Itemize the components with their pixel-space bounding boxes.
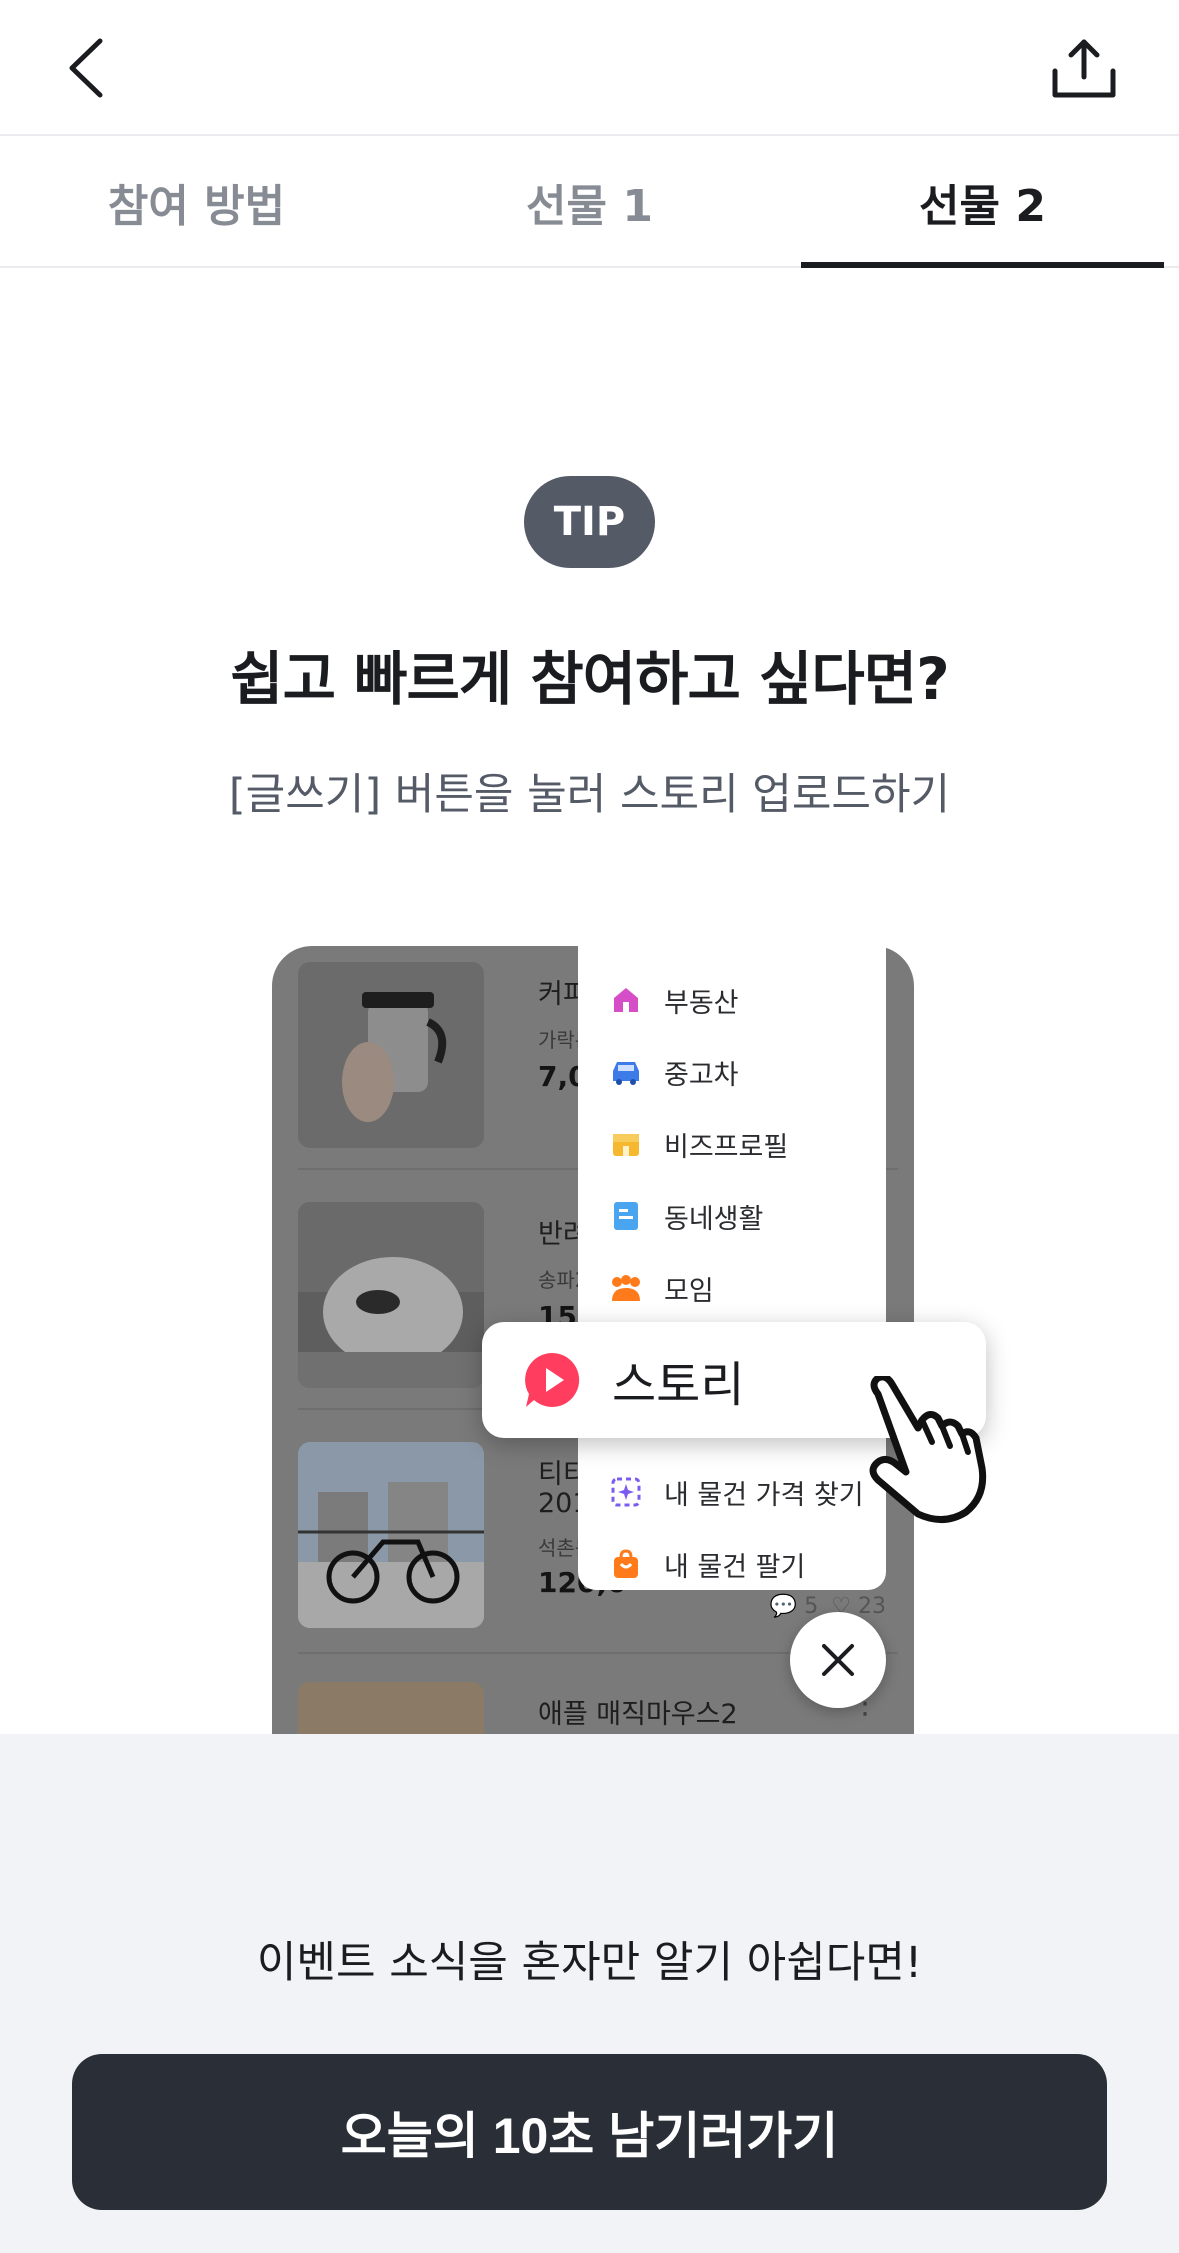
tip-badge: TIP (524, 476, 655, 568)
group-icon (608, 1270, 644, 1306)
house-icon (608, 982, 644, 1018)
play-icon (525, 1352, 580, 1407)
menu-item-label: 동네생활 (664, 1203, 764, 1235)
menu-item-label: 중고차 (664, 1059, 739, 1091)
comment-icon: 💬 (769, 1594, 798, 1619)
cta-button[interactable]: 오늘의 10초 남기러가기 (72, 2054, 1107, 2210)
tip-subline: [글쓰기] 버튼을 눌러 스토리 업로드하기 (228, 770, 951, 820)
share-icon (1052, 39, 1116, 98)
tab-gift-2[interactable]: 선물 2 (786, 138, 1179, 268)
back-button[interactable] (50, 28, 122, 108)
bottom-panel: 이벤트 소식을 혼자만 알기 아쉽다면! 오늘의 10초 남기러가기 (0, 1734, 1179, 2253)
menu-item-real-estate[interactable]: 부동산 (608, 978, 739, 1022)
share-button[interactable] (1039, 26, 1129, 112)
listing-title: 애플 매직마우스2 (538, 1699, 738, 1730)
menu-item-biz-profile[interactable]: 비즈프로필 (608, 1122, 788, 1166)
tab-bar: 참여 방법 선물 1 선물 2 (0, 138, 1179, 268)
bottom-message: 이벤트 소식을 혼자만 알기 아쉽다면! (256, 1938, 923, 1988)
comment-count: 5 (804, 1594, 819, 1619)
menu-item-label: 부동산 (664, 987, 739, 1019)
menu-item-sell[interactable]: 내 물건 팔기 (608, 1542, 805, 1586)
board-icon (608, 1198, 644, 1234)
listing-thumbnail (298, 962, 484, 1148)
menu-item-label: 내 물건 가격 찾기 (664, 1479, 864, 1511)
bag-icon (608, 1546, 644, 1582)
top-bar (0, 0, 1179, 136)
tip-headline: 쉽고 빠르게 참여하고 싶다면? (230, 645, 950, 713)
tab-how-to-join[interactable]: 참여 방법 (0, 138, 393, 266)
tab-gift-1[interactable]: 선물 1 (393, 138, 786, 266)
menu-item-used-car[interactable]: 중고차 (608, 1050, 739, 1094)
story-label: 스토리 (612, 1357, 745, 1413)
close-fab-button[interactable] (790, 1612, 886, 1708)
listing-thumbnail (298, 1202, 484, 1388)
menu-item-label: 비즈프로필 (664, 1131, 789, 1163)
store-icon (608, 1126, 644, 1162)
write-menu: 부동산 중고차 비즈프로필 동네생활 모임 내 물건 가격 찾기 내 물건 팔기 (578, 946, 886, 1590)
menu-item-label: 모임 (664, 1275, 714, 1307)
pointing-hand-icon (869, 1376, 987, 1523)
menu-item-label: 내 물건 팔기 (664, 1551, 806, 1583)
close-icon (822, 1644, 854, 1676)
menu-item-neighborhood[interactable]: 동네생활 (608, 1194, 763, 1238)
menu-item-price-check[interactable]: 내 물건 가격 찾기 (608, 1470, 864, 1514)
sparkle-icon (608, 1474, 644, 1510)
menu-item-group[interactable]: 모임 (608, 1266, 714, 1310)
car-icon (608, 1054, 644, 1090)
listing-thumbnail (298, 1442, 484, 1628)
like-count: 23 (858, 1594, 886, 1619)
chevron-left-icon (69, 38, 103, 98)
listing-thumbnail (298, 1682, 484, 1734)
